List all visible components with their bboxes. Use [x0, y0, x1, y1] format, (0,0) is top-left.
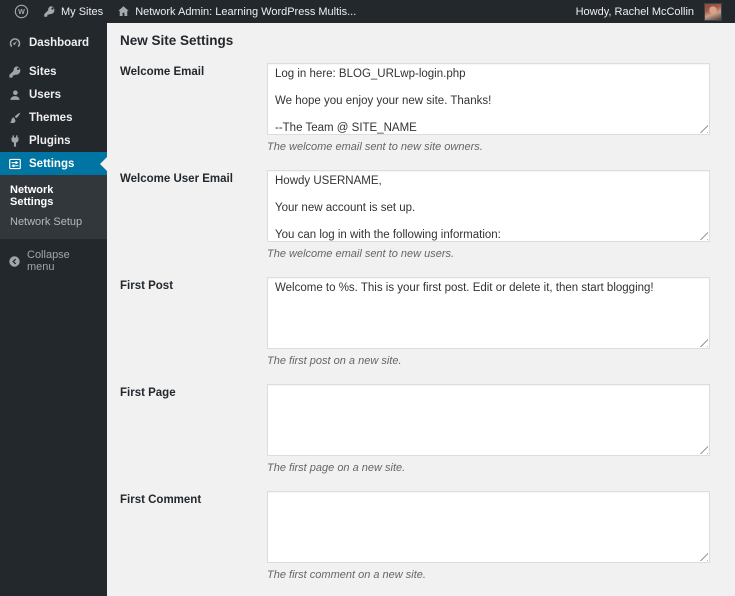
field-label: Welcome Email [120, 66, 205, 78]
form-row-first-post: First Post Welcome to %s. This is your f… [120, 277, 710, 368]
field-label: Welcome User Email [120, 173, 233, 185]
screen: W My Sites Network Admin: Learning WordP… [0, 0, 735, 596]
collapse-menu-label: Collapse menu [27, 249, 70, 273]
submenu-item-network-settings[interactable]: Network Settings [0, 180, 107, 212]
settings-submenu: Network Settings Network Setup [0, 175, 107, 239]
sidebar-item-themes[interactable]: Themes [0, 106, 107, 129]
welcome-user-email-textarea[interactable]: Howdy USERNAME, Your new account is set … [267, 170, 710, 242]
field-label: First Page [120, 387, 176, 399]
home-icon [117, 5, 130, 18]
sidebar-item-label: Plugins [29, 134, 71, 147]
form-row-first-page: First Page The first page on a new site. [120, 384, 710, 475]
sidebar-item-dashboard[interactable]: Dashboard [0, 31, 107, 54]
sidebar-item-label: Dashboard [29, 36, 90, 49]
field-label: First Comment [120, 494, 202, 506]
field-area: Log in here: BLOG_URLwp-login.php We hop… [267, 63, 710, 154]
sidebar-item-label: Settings [29, 157, 75, 170]
collapse-menu-button[interactable]: Collapse menu [0, 245, 107, 277]
sites-key-icon [8, 65, 22, 79]
admin-bar: W My Sites Network Admin: Learning WordP… [0, 0, 735, 23]
first-comment-textarea[interactable] [267, 491, 710, 563]
collapse-arrow-icon [8, 255, 21, 268]
field-area: Howdy USERNAME, Your new account is set … [267, 170, 710, 261]
plugins-plug-icon [8, 134, 22, 148]
field-label: First Post [120, 280, 174, 292]
account-menu[interactable]: Howdy, Rachel McCollin [569, 0, 728, 23]
current-site-label: Network Admin: Learning WordPress Multis… [135, 5, 357, 18]
form-row-first-comment: First Comment The first comment on a new… [120, 491, 710, 582]
users-icon [8, 88, 22, 102]
form-row-welcome-user-email: Welcome User Email Howdy USERNAME, Your … [120, 170, 710, 261]
howdy-label: Howdy, Rachel McCollin [575, 5, 694, 18]
sidebar-item-label: Themes [29, 111, 73, 124]
field-area: Welcome to %s. This is your first post. … [267, 277, 710, 368]
submenu-item-network-setup[interactable]: Network Setup [0, 212, 107, 232]
field-help-text: The first post on a new site. [267, 355, 402, 367]
admin-bar-left: W My Sites Network Admin: Learning WordP… [7, 0, 363, 23]
field-help-text: The welcome email sent to new site owner… [267, 141, 483, 153]
wp-logo-button[interactable]: W [7, 0, 36, 23]
settings-sliders-icon [8, 157, 22, 171]
network-key-icon [43, 5, 56, 18]
first-page-textarea[interactable] [267, 384, 710, 456]
main-content: New Site Settings Welcome Email Log in h… [107, 23, 735, 596]
admin-menu: Dashboard Sites Users Themes Plugins Set… [0, 23, 107, 596]
themes-brush-icon [8, 111, 22, 125]
sidebar-item-users[interactable]: Users [0, 83, 107, 106]
page-title: New Site Settings [120, 33, 234, 48]
my-sites-menu[interactable]: My Sites [36, 0, 110, 23]
sidebar-item-plugins[interactable]: Plugins [0, 129, 107, 152]
field-help-text: The first page on a new site. [267, 462, 406, 474]
sidebar-item-label: Sites [29, 65, 57, 78]
field-help-text: The first comment on a new site. [267, 569, 426, 581]
field-help-text: The welcome email sent to new users. [267, 248, 455, 260]
current-menu-arrow-icon [100, 156, 107, 171]
avatar [704, 2, 722, 21]
dashboard-gauge-icon [8, 36, 22, 50]
wordpress-logo-icon: W [14, 4, 29, 19]
field-area: The first page on a new site. [267, 384, 710, 475]
first-post-textarea[interactable]: Welcome to %s. This is your first post. … [267, 277, 710, 349]
my-sites-label: My Sites [61, 5, 104, 18]
form-row-welcome-email: Welcome Email Log in here: BLOG_URLwp-lo… [120, 63, 710, 154]
welcome-email-textarea[interactable]: Log in here: BLOG_URLwp-login.php We hop… [267, 63, 710, 135]
current-site-menu[interactable]: Network Admin: Learning WordPress Multis… [110, 0, 363, 23]
sidebar-item-sites[interactable]: Sites [0, 60, 107, 83]
sidebar-item-label: Users [29, 88, 61, 101]
svg-text:W: W [18, 8, 25, 16]
field-area: The first comment on a new site. [267, 491, 710, 582]
sidebar-item-settings[interactable]: Settings [0, 152, 107, 175]
admin-bar-right: Howdy, Rachel McCollin [569, 0, 728, 23]
